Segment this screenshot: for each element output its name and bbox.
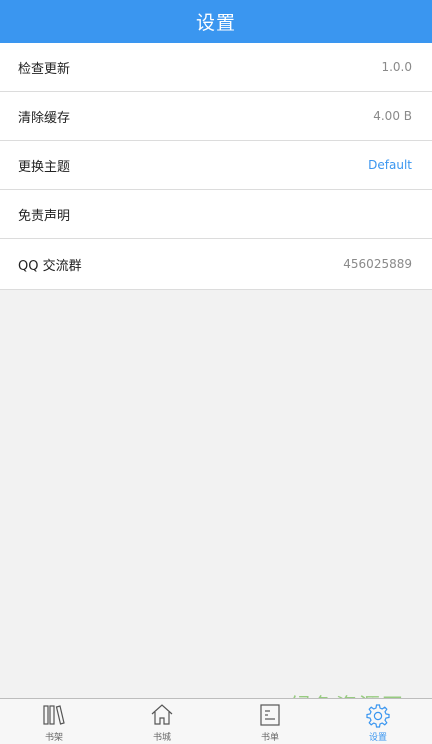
tab-label: 书架 <box>44 733 63 743</box>
tab-bookstore[interactable]: 书城 <box>108 699 216 744</box>
tab-label: 书城 <box>152 733 171 743</box>
settings-row-check-update[interactable]: 检查更新 1.0.0 <box>0 43 432 92</box>
settings-row-label: QQ 交流群 <box>18 258 82 274</box>
settings-row-disclaimer[interactable]: 免责声明 <box>0 190 432 239</box>
book-list-icon <box>260 704 280 726</box>
tab-label: 设置 <box>368 733 387 743</box>
settings-row-clear-cache[interactable]: 清除缓存 4.00 B <box>0 92 432 141</box>
page-title: 设置 <box>195 12 236 34</box>
settings-row-qq-group[interactable]: QQ 交流群 456025889 <box>0 239 432 289</box>
bookshelf-icon <box>43 705 65 725</box>
cache-size-value: 4.00 B <box>373 109 412 123</box>
settings-row-change-theme[interactable]: 更换主题 Default <box>0 141 432 190</box>
settings-list: 检查更新 1.0.0 清除缓存 4.00 B 更换主题 Default 免责声明… <box>0 43 432 290</box>
tab-settings[interactable]: 设置 <box>324 699 432 744</box>
settings-row-label: 检查更新 <box>18 61 71 77</box>
tab-book-list[interactable]: 书单 <box>216 699 324 744</box>
settings-screen: 设置 检查更新 1.0.0 清除缓存 4.00 B 更换主题 Default 免… <box>0 0 432 744</box>
theme-value: Default <box>368 158 412 172</box>
bottom-tab-bar: 书架 书城 书单 设置 <box>0 698 432 744</box>
settings-row-label: 更换主题 <box>18 159 71 175</box>
app-header: 设置 <box>0 0 432 43</box>
tab-label: 书单 <box>260 733 279 743</box>
settings-row-label: 清除缓存 <box>18 110 71 126</box>
tab-bookshelf[interactable]: 书架 <box>0 699 108 744</box>
qq-group-number: 456025889 <box>343 257 412 271</box>
gear-icon <box>366 704 390 728</box>
version-value: 1.0.0 <box>381 60 412 74</box>
settings-row-label: 免责声明 <box>18 208 71 224</box>
home-icon <box>151 704 173 725</box>
